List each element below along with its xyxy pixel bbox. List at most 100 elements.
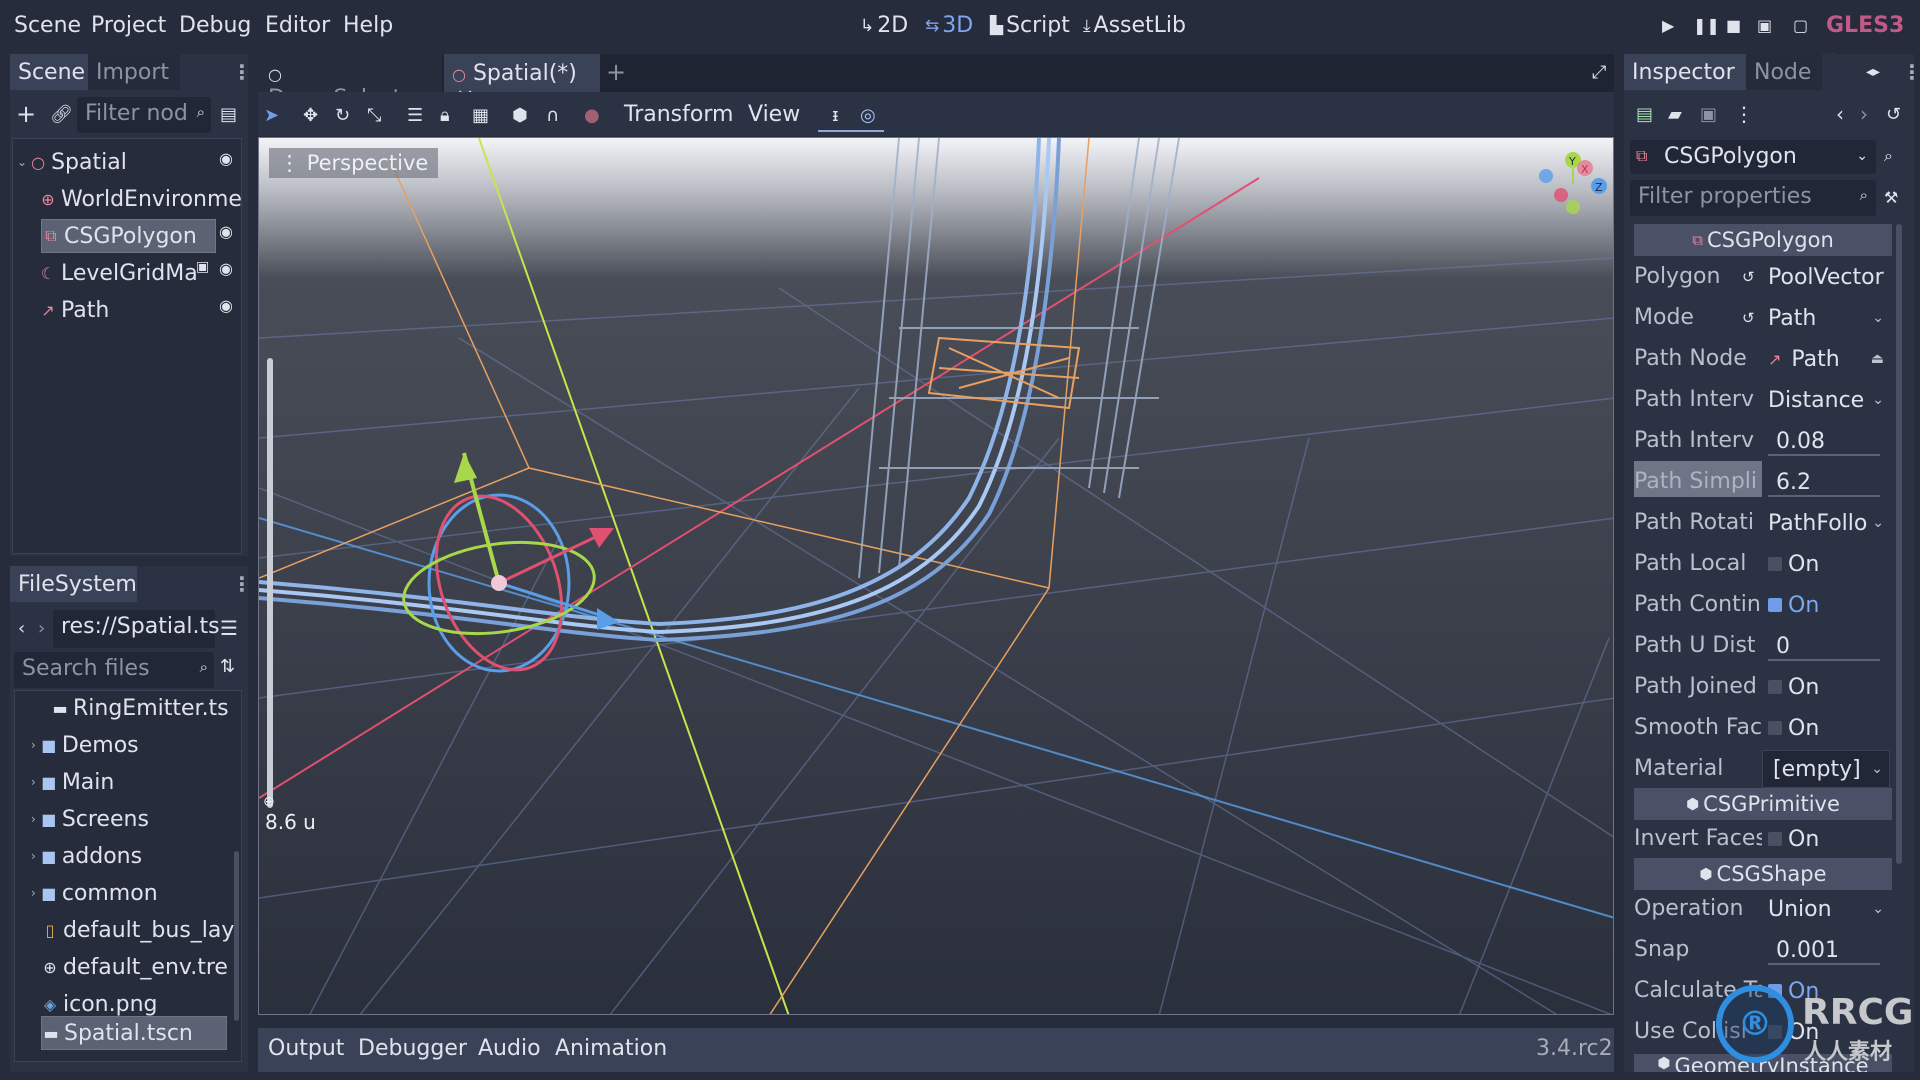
section-csgpolygon[interactable]: ⧉ CSGPolygon bbox=[1634, 224, 1892, 256]
new-resource-icon[interactable]: ▤ bbox=[1636, 104, 1653, 125]
folder-item[interactable]: › ■ common bbox=[31, 876, 158, 910]
tab-demoselector[interactable]: ○ DemoSelector bbox=[258, 54, 442, 111]
resource-menu-icon[interactable]: ⋮ bbox=[1734, 102, 1754, 126]
search-files-input[interactable]: Search files ⌕ bbox=[14, 652, 214, 688]
stop-icon[interactable]: ■ bbox=[1726, 16, 1741, 35]
file-item[interactable]: ⊕ default_env.tre bbox=[41, 950, 228, 984]
path-interval-input[interactable]: 0.08 bbox=[1762, 422, 1890, 460]
menu-editor[interactable]: Editor bbox=[265, 13, 330, 38]
visibility-eye-icon[interactable]: ◉ bbox=[219, 296, 233, 315]
revert-icon[interactable]: ↺ bbox=[1742, 268, 1755, 286]
tree-item-csgpolygon[interactable]: ⧉ CSGPolygon bbox=[41, 219, 216, 253]
view-menu[interactable]: View bbox=[748, 102, 800, 127]
filter-nodes-input[interactable]: Filter nod ⌕ bbox=[77, 97, 211, 133]
dock-menu-icon[interactable]: ⋮ bbox=[232, 572, 252, 596]
section-csgprimitive[interactable]: ⬢ CSGPrimitive bbox=[1634, 788, 1892, 820]
path-u-distance-input[interactable]: 0 bbox=[1762, 627, 1890, 665]
play-scene-icon[interactable]: ▣ bbox=[1757, 16, 1772, 35]
visibility-eye-icon[interactable]: ◉ bbox=[219, 149, 233, 168]
folder-item[interactable]: › ■ addons bbox=[31, 839, 142, 873]
tab-filesystem[interactable]: FileSystem bbox=[10, 566, 137, 602]
polygon-value[interactable]: PoolVector bbox=[1762, 258, 1890, 296]
visibility-eye-icon[interactable]: ◉ bbox=[219, 222, 233, 241]
history-icon[interactable]: ↺ bbox=[1886, 104, 1901, 125]
sort-icon[interactable]: ⇅ bbox=[220, 656, 235, 677]
folder-item[interactable]: › ■ Demos bbox=[31, 728, 139, 762]
path-continuous-checkbox[interactable]: On bbox=[1762, 586, 1890, 624]
tab-animation[interactable]: Animation bbox=[555, 1036, 667, 1061]
folder-item[interactable]: › ■ Screens bbox=[31, 802, 149, 836]
add-script-icon[interactable]: ▤ bbox=[220, 104, 237, 125]
snap-input[interactable]: 0.001 bbox=[1762, 931, 1890, 969]
visibility-eye-icon[interactable]: ◉ bbox=[219, 259, 233, 278]
tab-debugger[interactable]: Debugger bbox=[358, 1036, 467, 1061]
instanced-scene-icon[interactable]: ▣ bbox=[196, 259, 209, 275]
tab-node[interactable]: Node bbox=[1746, 54, 1822, 90]
file-item-selected[interactable]: ▬ Spatial.tscn bbox=[41, 1016, 227, 1050]
list-select-icon[interactable]: ☰ bbox=[407, 105, 423, 126]
tab-inspector[interactable]: Inspector bbox=[1624, 54, 1746, 90]
file-item[interactable]: ▯ default_bus_lay bbox=[41, 913, 235, 947]
path-rotation-select[interactable]: PathFollo ⌄ bbox=[1762, 504, 1890, 542]
menu-scene[interactable]: Scene bbox=[14, 13, 81, 38]
split-mode-icon[interactable]: ☰ bbox=[220, 616, 238, 640]
dock-menu-icon[interactable]: ⋮ bbox=[1902, 60, 1920, 84]
distraction-free-icon[interactable]: ⤢ bbox=[1592, 62, 1606, 83]
revert-icon[interactable]: ↺ bbox=[1742, 309, 1755, 327]
clear-icon[interactable]: ⏏ bbox=[1871, 351, 1884, 367]
smooth-faces-checkbox[interactable]: On bbox=[1762, 709, 1890, 747]
zoom-in-icon[interactable]: ⊕ bbox=[263, 794, 275, 810]
tab-import[interactable]: Import bbox=[88, 54, 180, 90]
move-tool-icon[interactable]: ✥ bbox=[303, 105, 318, 126]
tab-output[interactable]: Output bbox=[268, 1036, 344, 1061]
object-selector[interactable]: ⧉ CSGPolygon ⌄ bbox=[1630, 140, 1876, 174]
back-icon[interactable]: ‹ bbox=[1836, 102, 1844, 126]
path-edit-icon[interactable]: ᵻ bbox=[832, 105, 839, 126]
tree-item-worldenvironment[interactable]: ⊕ WorldEnvironme bbox=[39, 182, 242, 216]
tree-item-levelgridmap[interactable]: ☾ LevelGridMa bbox=[39, 256, 198, 290]
back-icon[interactable]: ‹ bbox=[18, 618, 25, 639]
perspective-menu[interactable]: ⋮ Perspective bbox=[269, 148, 439, 178]
dock-menu-icon[interactable]: ⋮ bbox=[232, 60, 252, 84]
tree-item-spatial[interactable]: ⌄ ○ Spatial bbox=[17, 145, 127, 179]
invert-faces-checkbox[interactable]: On bbox=[1762, 820, 1890, 858]
path-node-field[interactable]: ↗ Path ⏏ bbox=[1762, 340, 1890, 378]
play-custom-scene-icon[interactable]: ▢ bbox=[1793, 16, 1808, 35]
tab-scene[interactable]: Scene bbox=[10, 54, 88, 90]
tab-audio[interactable]: Audio bbox=[478, 1036, 541, 1061]
transform-menu[interactable]: Transform bbox=[624, 102, 733, 127]
local-space-icon[interactable]: ⬢ bbox=[512, 105, 528, 126]
path-local-checkbox[interactable]: On bbox=[1762, 545, 1890, 583]
link-icon[interactable]: 🔗︎ bbox=[50, 104, 73, 125]
3d-viewport[interactable]: Y X Z ⋮ Perspective ⊕ 8.6 u bbox=[258, 137, 1614, 1015]
select-tool-icon[interactable]: ➤ bbox=[264, 105, 279, 126]
group-icon[interactable]: ▦ bbox=[472, 105, 489, 126]
pause-icon[interactable]: ❚❚ bbox=[1693, 16, 1720, 35]
tab-spatial[interactable]: ○ Spatial(*) ✕ bbox=[444, 54, 600, 111]
workspace-2d[interactable]: ↳ 2D bbox=[860, 13, 908, 38]
path-select-icon[interactable]: ◎ bbox=[860, 105, 876, 126]
path-interval-type-select[interactable]: Distance ⌄ bbox=[1762, 381, 1890, 419]
add-node-icon[interactable]: + bbox=[16, 100, 36, 128]
lock-icon[interactable]: 🔒︎ bbox=[440, 105, 450, 126]
tools-icon[interactable]: ⚒ bbox=[1884, 188, 1898, 207]
scale-tool-icon[interactable]: ⤡ bbox=[367, 105, 381, 126]
new-tab-icon[interactable]: + bbox=[606, 58, 626, 86]
material-select[interactable]: [empty] ⌄ bbox=[1762, 750, 1890, 788]
workspace-script[interactable]: ▙ Script bbox=[990, 13, 1070, 38]
forward-icon[interactable]: › bbox=[38, 618, 45, 639]
path-joined-checkbox[interactable]: On bbox=[1762, 668, 1890, 706]
folder-item[interactable]: › ■ Main bbox=[31, 765, 114, 799]
camera-preview-icon[interactable]: ● bbox=[584, 105, 600, 126]
operation-select[interactable]: Union ⌄ bbox=[1762, 890, 1890, 928]
filter-properties-input[interactable]: Filter properties ⌕ bbox=[1630, 180, 1876, 216]
file-item[interactable]: ▬ RingEmitter.ts bbox=[51, 691, 228, 725]
open-resource-icon[interactable]: ▰ bbox=[1668, 104, 1682, 125]
rotate-tool-icon[interactable]: ↻ bbox=[335, 105, 350, 126]
menu-help[interactable]: Help bbox=[343, 13, 393, 38]
forward-icon[interactable]: › bbox=[1860, 102, 1868, 126]
scrollbar[interactable] bbox=[234, 851, 239, 1021]
inspector-scrollbar[interactable] bbox=[1896, 224, 1902, 864]
doc-icon[interactable]: ⌕ bbox=[1884, 146, 1893, 166]
mode-select[interactable]: Path ⌄ bbox=[1762, 299, 1890, 337]
